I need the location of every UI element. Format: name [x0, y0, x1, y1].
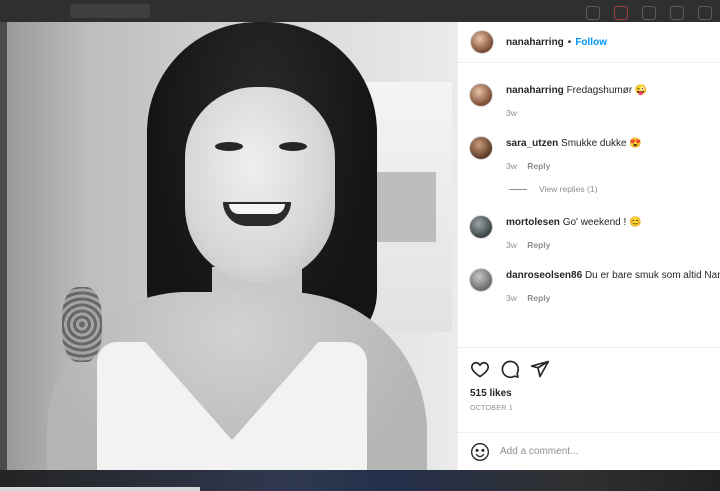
comment-input[interactable] [500, 446, 700, 457]
comment-username[interactable]: danroseolsen86 [506, 270, 582, 281]
view-replies-dash [509, 188, 527, 190]
activity-icon [698, 6, 712, 20]
caption-text: Fredagshumør 😜 [566, 85, 648, 96]
action-icons [470, 356, 709, 382]
post-photo[interactable] [7, 22, 457, 470]
comment-meta: 3w Reply [506, 293, 550, 303]
comment-time[interactable]: 3w [506, 161, 517, 171]
post-username[interactable]: nanaharring [506, 37, 564, 48]
comment-username[interactable]: mortolesen [506, 217, 560, 228]
share-icon[interactable] [530, 359, 550, 379]
follow-button[interactable]: Follow [575, 37, 607, 48]
comment-time[interactable]: 3w [506, 293, 517, 303]
caption-username[interactable]: nanaharring [506, 85, 564, 96]
caption-line: nanaharring Fredagshumør 😜 [506, 85, 647, 96]
messenger-icon [614, 6, 628, 20]
comment-text: Du er bare smuk som altid Nana [584, 270, 720, 281]
instagram-logo [70, 4, 150, 18]
post-header: nanaharring • Follow [458, 22, 720, 63]
photo-eye-left [215, 142, 243, 151]
caption-time[interactable]: 3w [506, 108, 517, 118]
avatar[interactable] [469, 215, 493, 239]
post-modal: nanaharring • Follow nanaharring Fredags… [7, 22, 720, 470]
new-post-icon [642, 6, 656, 20]
background-nav-icons [586, 6, 712, 20]
post-date[interactable]: OCTOBER 1 [470, 405, 709, 412]
comment-username[interactable]: sara_utzen [506, 138, 558, 149]
comment-text: Smukke dukke 😍 [561, 138, 642, 149]
avatar[interactable] [469, 83, 493, 107]
separator-dot: • [567, 36, 572, 48]
heart-icon[interactable] [470, 359, 490, 379]
comment-item: danroseolsen86 Du er bare smuk som altid… [458, 260, 720, 313]
reply-button[interactable]: Reply [527, 293, 550, 303]
emoji-icon[interactable] [470, 442, 490, 462]
comment-time[interactable]: 3w [506, 240, 517, 250]
photo-tattoo [62, 287, 102, 362]
caption-meta: 3w [506, 108, 517, 118]
home-icon [586, 6, 600, 20]
background-scrollbar [0, 487, 200, 491]
comment-line: mortolesen Go' weekend ! 😊 [506, 217, 642, 228]
likes-count[interactable]: 515 likes [470, 388, 709, 399]
avatar[interactable] [470, 30, 494, 54]
avatar[interactable] [469, 268, 493, 292]
caption: nanaharring Fredagshumør 😜 3w [458, 75, 720, 128]
reply-button[interactable]: Reply [527, 161, 550, 171]
comment-line: sara_utzen Smukke dukke 😍 [506, 138, 642, 149]
post-side-panel: nanaharring • Follow nanaharring Fredags… [457, 22, 720, 470]
comment-text: Go' weekend ! 😊 [562, 217, 642, 228]
view-replies-label: View replies (1) [539, 184, 598, 194]
post-actions: 515 likes OCTOBER 1 [458, 347, 720, 412]
background-header [0, 0, 720, 22]
comment-item: mortolesen Go' weekend ! 😊 3w Reply [458, 207, 720, 260]
comment-meta: 3w Reply [506, 161, 550, 171]
photo-face [185, 87, 335, 282]
comments-list: nanaharring Fredagshumør 😜 3w sara_utzen… [458, 75, 720, 313]
explore-icon [670, 6, 684, 20]
photo-eye-right [279, 142, 307, 151]
add-comment-bar [458, 432, 720, 470]
comment-meta: 3w Reply [506, 240, 550, 250]
avatar[interactable] [469, 136, 493, 160]
comment-line: danroseolsen86 Du er bare smuk som altid… [506, 270, 720, 281]
view-replies-button[interactable]: View replies (1) [509, 184, 597, 194]
comment-icon[interactable] [500, 359, 520, 379]
reply-button[interactable]: Reply [527, 240, 550, 250]
comment-item: sara_utzen Smukke dukke 😍 3w Reply [458, 128, 720, 181]
